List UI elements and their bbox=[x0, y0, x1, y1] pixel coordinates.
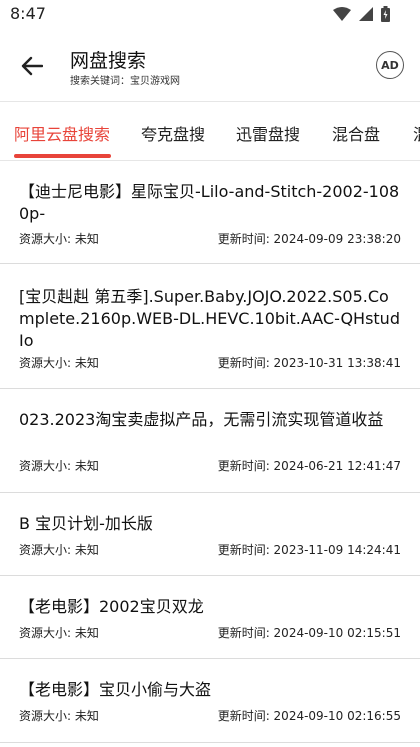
status-time: 8:47 bbox=[10, 4, 46, 23]
result-title: 【老电影】2002宝贝双龙 bbox=[19, 597, 204, 616]
back-button[interactable] bbox=[16, 50, 48, 82]
result-size: 资源大小: 未知 bbox=[19, 356, 99, 370]
result-item[interactable]: 023.2023淘宝卖虚拟产品，无需引流实现管道收益 资源大小: 未知 更新时间… bbox=[0, 389, 420, 493]
status-bar: 8:47 bbox=[0, 0, 420, 30]
tab-mixed-search[interactable]: 混合盘 bbox=[332, 121, 380, 145]
result-size: 资源大小: 未知 bbox=[19, 626, 99, 640]
result-time: 更新时间: 2024-09-09 23:38:20 bbox=[217, 232, 401, 246]
result-size: 资源大小: 未知 bbox=[19, 543, 99, 557]
search-keyword-label: 搜索关键词： bbox=[70, 76, 130, 87]
result-title: [宝贝赳赳 第五季].Super.Baby.JOJO.2022.S05.Comp… bbox=[19, 287, 400, 350]
tab-aliyun-search[interactable]: 阿里云盘搜索 bbox=[14, 121, 110, 145]
result-item[interactable]: 【老电影】2002宝贝双龙 资源大小: 未知 更新时间: 2024-09-10 … bbox=[0, 576, 420, 659]
tab-xunlei-search[interactable]: 迅雷盘搜 bbox=[236, 121, 300, 145]
result-size: 资源大小: 未知 bbox=[19, 709, 99, 723]
tab-overflow[interactable]: 混 bbox=[413, 121, 420, 145]
result-size: 资源大小: 未知 bbox=[19, 459, 99, 473]
active-tab-indicator bbox=[14, 154, 111, 158]
search-keyword-value: 宝贝游戏网 bbox=[130, 76, 180, 87]
result-time: 更新时间: 2024-09-10 02:16:55 bbox=[217, 709, 401, 723]
status-icons bbox=[333, 6, 390, 22]
result-item[interactable]: [宝贝赳赳 第五季].Super.Baby.JOJO.2022.S05.Comp… bbox=[0, 264, 420, 389]
result-item[interactable]: 【迪士尼电影】星际宝贝-Lilo-and-Stitch-2002-1080p- … bbox=[0, 161, 420, 264]
result-time: 更新时间: 2023-11-09 14:24:41 bbox=[217, 543, 401, 557]
tab-quark-search[interactable]: 夸克盘搜 bbox=[141, 121, 205, 145]
result-time: 更新时间: 2024-09-10 02:15:51 bbox=[217, 626, 401, 640]
result-title: B 宝贝计划-加长版 bbox=[19, 514, 153, 533]
page-title: 网盘搜索 bbox=[70, 50, 147, 72]
back-arrow-icon bbox=[21, 56, 43, 76]
battery-icon bbox=[381, 6, 390, 22]
result-time: 更新时间: 2023-10-31 13:38:41 bbox=[217, 356, 401, 370]
result-size: 资源大小: 未知 bbox=[19, 232, 99, 246]
result-title: 023.2023淘宝卖虚拟产品，无需引流实现管道收益 bbox=[19, 410, 384, 429]
result-time: 更新时间: 2024-06-21 12:41:47 bbox=[217, 459, 401, 473]
result-item[interactable]: B 宝贝计划-加长版 资源大小: 未知 更新时间: 2023-11-09 14:… bbox=[0, 493, 420, 576]
signal-icon bbox=[359, 7, 373, 21]
ad-button[interactable]: AD bbox=[376, 51, 404, 79]
result-item[interactable]: 【老电影】宝贝小偷与大盗 资源大小: 未知 更新时间: 2024-09-10 0… bbox=[0, 659, 420, 743]
result-title: 【老电影】宝贝小偷与大盗 bbox=[19, 680, 212, 699]
wifi-icon bbox=[333, 7, 351, 21]
result-title: 【迪士尼电影】星际宝贝-Lilo-and-Stitch-2002-1080p- bbox=[19, 182, 400, 223]
tab-bar: 阿里云盘搜索 夸克盘搜 迅雷盘搜 混合盘 混 bbox=[0, 103, 420, 161]
search-keyword-line: 搜索关键词：宝贝游戏网 bbox=[70, 72, 180, 87]
app-bar: 网盘搜索 搜索关键词：宝贝游戏网 AD bbox=[0, 30, 420, 102]
